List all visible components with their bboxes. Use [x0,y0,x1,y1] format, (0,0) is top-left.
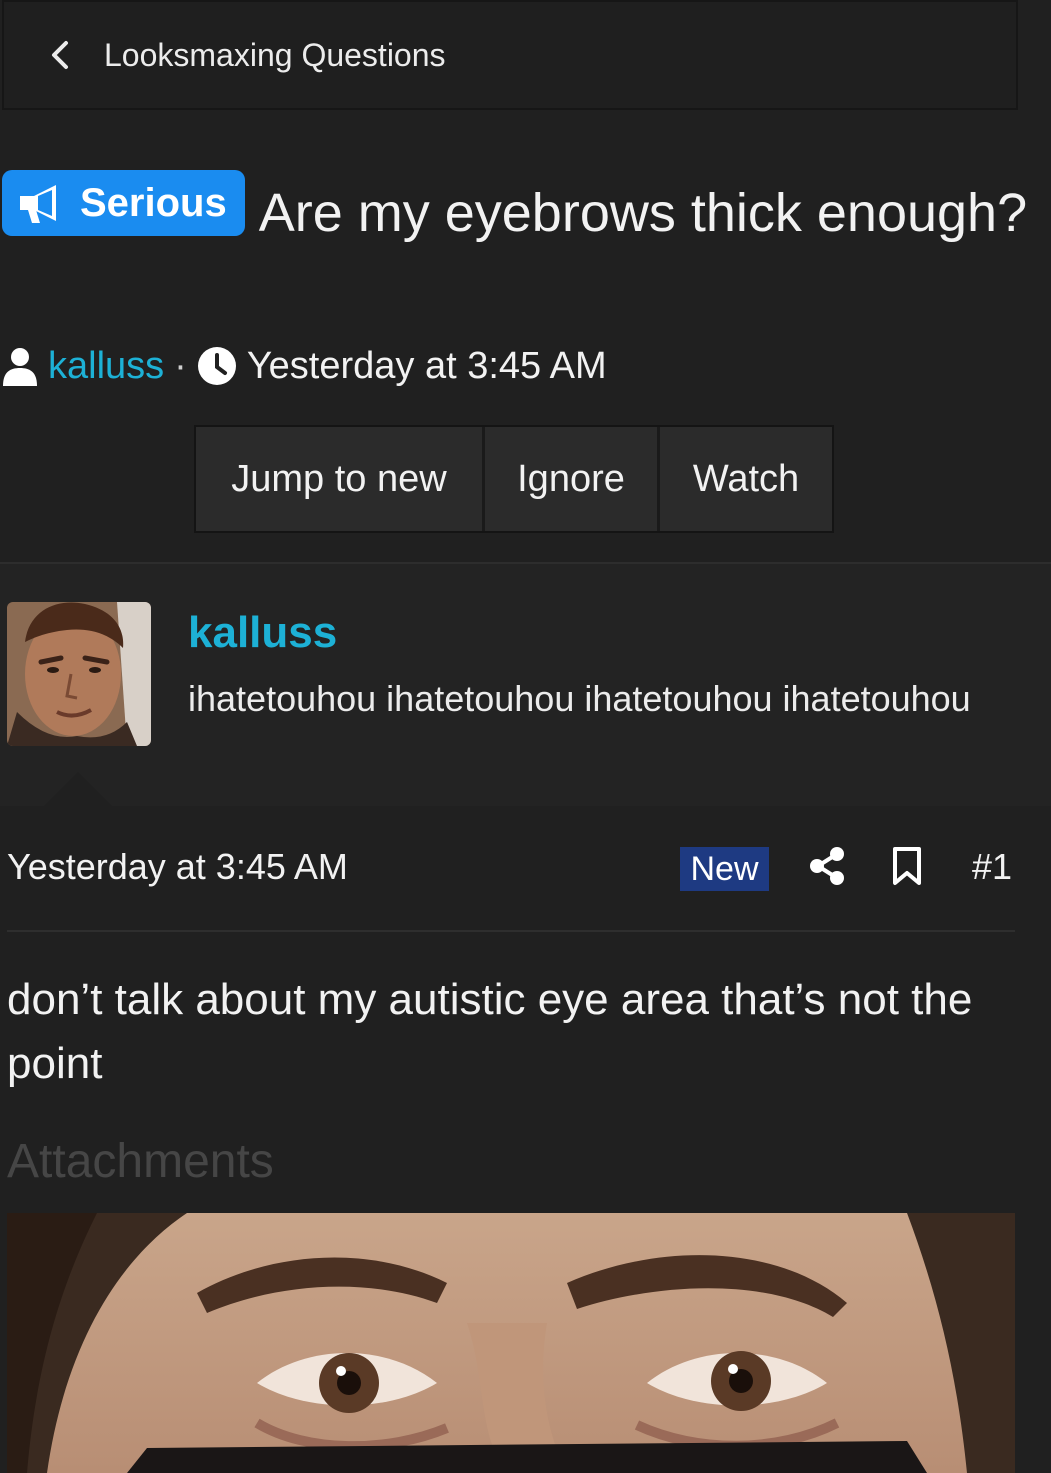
clock-icon [197,347,236,385]
post-author-name[interactable]: kalluss [188,608,337,658]
thread-meta: kalluss · Yesterday at 3:45 AM [2,340,607,392]
ignore-button[interactable]: Ignore [485,427,660,531]
thread-title-block: Serious Are my eyebrows thick enough? [2,170,1042,250]
user-icon [3,348,37,386]
thread-time[interactable]: Yesterday at 3:45 AM [247,345,607,388]
avatar[interactable] [7,602,151,746]
post-date[interactable]: Yesterday at 3:45 AM [7,846,348,888]
thread-title: Are my eyebrows thick enough? [258,183,1028,243]
breadcrumb: Looksmaxing Questions [2,0,1018,110]
prefix-label: Serious [80,181,227,225]
post-user-card: kalluss ihatetouhou ihatetouhou ihatetou… [0,564,1051,806]
thread-action-buttons: Jump to new Ignore Watch [194,425,834,533]
post-header-divider [7,930,1015,932]
meta-separator: · [174,344,187,387]
new-badge: New [680,847,769,891]
post-body-text: don’t talk about my autistic eye area th… [7,975,973,1088]
thread-author-link[interactable]: kalluss [48,345,164,388]
share-icon[interactable] [808,846,846,891]
watch-button[interactable]: Watch [660,427,832,531]
jump-to-new-button[interactable]: Jump to new [196,427,485,531]
post-author-title: ihatetouhou ihatetouhou ihatetouhou ihat… [188,678,971,719]
bookmark-icon[interactable] [891,846,923,891]
chevron-left-icon[interactable] [50,40,76,70]
megaphone-icon [20,185,56,223]
attachment-image[interactable] [7,1213,1015,1473]
user-card-pointer [44,772,112,806]
post-number-link[interactable]: #1 [972,846,1012,888]
breadcrumb-link[interactable]: Looksmaxing Questions [104,37,446,74]
serious-prefix-badge[interactable]: Serious [2,170,245,236]
attachments-heading: Attachments [7,1135,274,1188]
